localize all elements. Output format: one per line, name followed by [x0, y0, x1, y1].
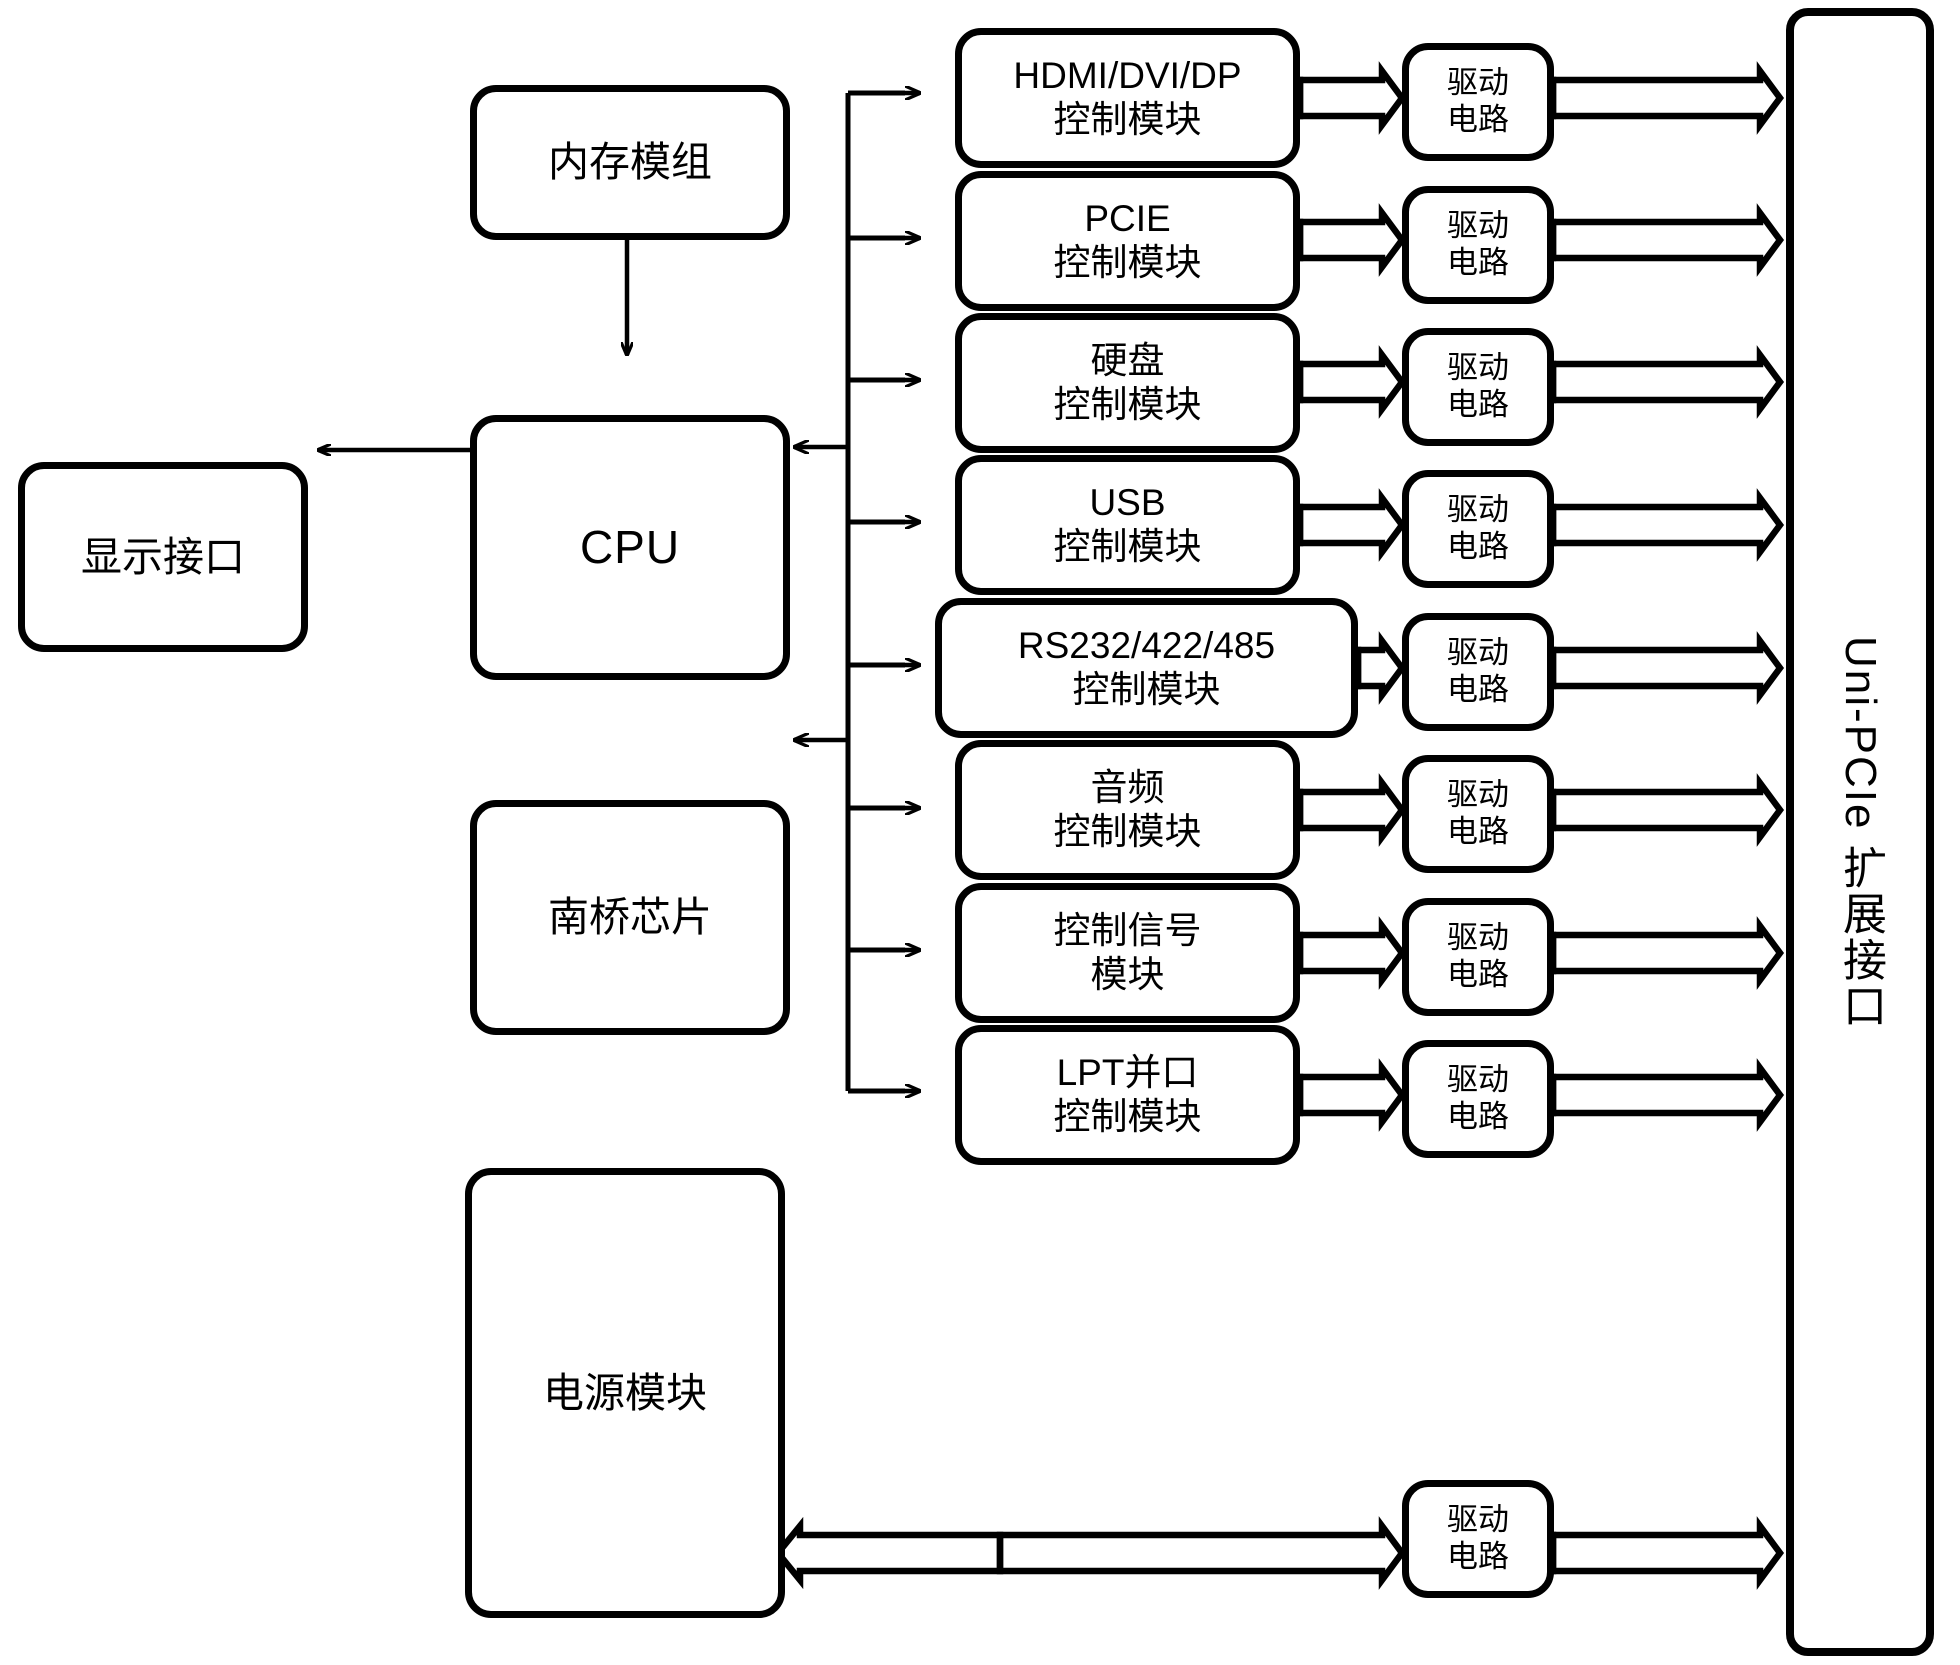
block-power-module: 电源模块 [465, 1168, 785, 1618]
block-cpu: CPU [470, 415, 790, 680]
control-module-8-title: LPT并口 [1056, 1052, 1199, 1094]
uni-pcie-expansion-panel-label: Uni-PCIe 扩展接口 [1836, 635, 1885, 1029]
control-module-8: LPT并口 控制模块 [955, 1025, 1300, 1165]
control-module-1: HDMI/DVI/DP 控制模块 [955, 28, 1300, 168]
driver-circuit-9-line1: 驱动 [1447, 1502, 1509, 1538]
driver-circuit-8-line2: 电路 [1447, 1099, 1509, 1134]
block-southbridge: 南桥芯片 [470, 800, 790, 1035]
driver-circuit-2-line1: 驱动 [1447, 208, 1509, 244]
driver-circuit-8: 驱动 电路 [1402, 1040, 1554, 1158]
driver-circuit-6-line2: 电路 [1447, 814, 1509, 849]
uni-pcie-expansion-panel: Uni-PCIe 扩展接口 [1786, 8, 1934, 1656]
driver-circuit-7-line1: 驱动 [1447, 920, 1509, 956]
block-southbridge-label: 南桥芯片 [548, 894, 712, 941]
control-module-6-subtitle: 控制模块 [1053, 811, 1202, 852]
control-module-1-title: HDMI/DVI/DP [1013, 55, 1242, 97]
control-module-5: RS232/422/485 控制模块 [935, 598, 1358, 738]
driver-circuit-5-line1: 驱动 [1447, 635, 1509, 671]
control-module-6: 音频 控制模块 [955, 740, 1300, 880]
driver-circuit-1-line1: 驱动 [1447, 65, 1509, 101]
control-module-8-subtitle: 控制模块 [1053, 1096, 1202, 1137]
driver-circuit-5: 驱动 电路 [1402, 613, 1554, 731]
driver-circuit-3: 驱动 电路 [1402, 328, 1554, 446]
driver-circuit-3-line1: 驱动 [1447, 350, 1509, 386]
driver-circuit-7: 驱动 电路 [1402, 898, 1554, 1016]
driver-circuit-6: 驱动 电路 [1402, 755, 1554, 873]
block-memory-module-label: 内存模组 [548, 139, 712, 186]
driver-circuit-3-line2: 电路 [1447, 387, 1509, 422]
driver-circuit-9: 驱动 电路 [1402, 1480, 1554, 1598]
driver-circuit-8-line1: 驱动 [1447, 1062, 1509, 1098]
driver-circuit-4-line2: 电路 [1447, 529, 1509, 564]
control-module-3-subtitle: 控制模块 [1053, 384, 1202, 425]
control-module-3-title: 硬盘 [1090, 340, 1165, 382]
block-power-module-label: 电源模块 [543, 1369, 707, 1416]
control-module-7-title: 控制信号 [1053, 910, 1202, 952]
driver-circuit-7-line2: 电路 [1447, 957, 1509, 992]
block-memory-module: 内存模组 [470, 85, 790, 240]
control-module-6-title: 音频 [1090, 767, 1165, 809]
control-module-4: USB 控制模块 [955, 455, 1300, 595]
control-module-3: 硬盘 控制模块 [955, 313, 1300, 453]
driver-circuit-5-line2: 电路 [1447, 672, 1509, 707]
control-module-7-subtitle: 模块 [1090, 954, 1165, 995]
block-display-interface-label: 显示接口 [81, 533, 245, 580]
block-diagram-canvas: 内存模组 显示接口 CPU 南桥芯片 电源模块 HDMI/DVI/DP 控制模块 P… [0, 0, 1960, 1665]
control-module-1-subtitle: 控制模块 [1053, 99, 1202, 140]
control-module-7: 控制信号 模块 [955, 883, 1300, 1023]
control-module-2-title: PCIE [1084, 198, 1171, 240]
control-module-4-subtitle: 控制模块 [1053, 526, 1202, 567]
driver-circuit-1-line2: 电路 [1447, 102, 1509, 137]
control-module-5-title: RS232/422/485 [1017, 625, 1276, 667]
driver-circuit-2: 驱动 电路 [1402, 186, 1554, 304]
block-cpu-label: CPU [579, 521, 681, 574]
control-module-5-subtitle: 控制模块 [1072, 669, 1221, 710]
block-display-interface: 显示接口 [18, 462, 308, 652]
control-module-2-subtitle: 控制模块 [1053, 242, 1202, 283]
control-module-2: PCIE 控制模块 [955, 171, 1300, 311]
driver-circuit-9-line2: 电路 [1447, 1539, 1509, 1574]
driver-circuit-4: 驱动 电路 [1402, 470, 1554, 588]
driver-circuit-6-line1: 驱动 [1447, 777, 1509, 813]
control-module-4-title: USB [1089, 482, 1166, 524]
driver-circuit-1: 驱动 电路 [1402, 43, 1554, 161]
driver-circuit-4-line1: 驱动 [1447, 492, 1509, 528]
driver-circuit-2-line2: 电路 [1447, 245, 1509, 280]
